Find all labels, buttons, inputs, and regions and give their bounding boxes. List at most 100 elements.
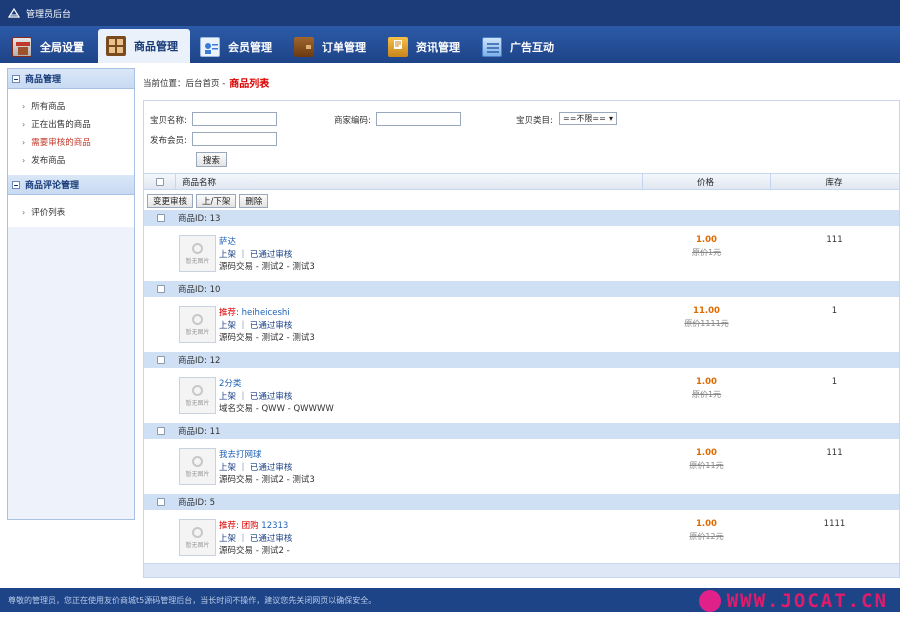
code-input[interactable]: [376, 112, 461, 126]
delete-button[interactable]: 删除: [239, 194, 268, 208]
select-all-checkbox[interactable]: [156, 174, 164, 189]
product-original-price: 原价1111元: [654, 318, 759, 329]
row-checkbox[interactable]: [157, 356, 165, 364]
product-thumbnail[interactable]: 暂无图片: [179, 306, 216, 343]
sidebar-item-publish[interactable]: › 发布商品: [22, 151, 134, 169]
tab-member-management[interactable]: 会员管理: [192, 30, 284, 63]
row-checkbox[interactable]: [157, 427, 165, 435]
toggle-listing-button[interactable]: 上/下架: [196, 194, 236, 208]
dropdown-arrow-icon: ▾: [609, 114, 613, 123]
wallet-icon: [294, 37, 314, 57]
tab-global-settings[interactable]: 全局设置: [4, 30, 96, 63]
sidebar-item-all-products[interactable]: › 所有商品: [22, 97, 134, 115]
bulk-actions: 变更审核 上/下架 删除: [144, 191, 900, 210]
sidebar-item-label: 正在出售的商品: [31, 118, 91, 130]
sidebar-item-label: 需要审核的商品: [31, 136, 91, 148]
product-title: 12313: [261, 521, 288, 531]
thumb-placeholder-text: 暂无图片: [185, 327, 209, 336]
change-review-button[interactable]: 变更审核: [147, 194, 193, 208]
breadcrumb: 当前位置：后台首页 - 商品列表: [143, 75, 269, 90]
tab-news-management[interactable]: 资讯管理: [380, 30, 472, 63]
product-stock: 1111: [771, 519, 898, 529]
row-checkbox[interactable]: [157, 498, 165, 506]
product-thumbnail[interactable]: 暂无图片: [179, 448, 216, 485]
tab-label: 会员管理: [228, 39, 272, 55]
sidebar-item-pending-review[interactable]: › 需要审核的商品: [22, 133, 134, 151]
product-original-price: 原价1元: [654, 247, 759, 258]
product-original-price: 原价1元: [654, 389, 759, 400]
member-input[interactable]: [192, 132, 277, 146]
product-category: 源码交易 - 测试2 - 测试3: [219, 260, 315, 272]
product-original-price: 原价11元: [654, 460, 759, 471]
sidebar-section-title: 商品评论管理: [25, 178, 79, 191]
row-checkbox[interactable]: [157, 214, 165, 222]
thumb-placeholder-text: 暂无图片: [185, 256, 209, 265]
top-bar: 管理员后台: [0, 0, 900, 26]
product-price: 1.00: [654, 448, 759, 458]
mascot-icon: [699, 590, 721, 612]
sidebar-item-on-sale[interactable]: › 正在出售的商品: [22, 115, 134, 133]
product-row: 商品ID: 5 暂无图片 推荐: 团购 12313 上架 ｜ 已通过审核 源码交…: [144, 494, 900, 565]
product-id: 商品ID: 10: [178, 283, 220, 295]
sidebar-list-product: › 所有商品 › 正在出售的商品 › 需要审核的商品 › 发布商品: [8, 89, 134, 175]
user-card-icon: [200, 37, 220, 57]
sidebar-section-product[interactable]: 商品管理: [8, 69, 134, 89]
name-input[interactable]: [192, 112, 277, 126]
tab-product-management[interactable]: 商品管理: [98, 29, 190, 63]
product-title-link[interactable]: 我去打网球: [219, 448, 262, 460]
chevron-right-icon: ›: [22, 138, 25, 147]
product-stock: 111: [771, 235, 898, 245]
row-checkbox[interactable]: [157, 285, 165, 293]
product-stock: 111: [771, 448, 898, 458]
product-thumbnail[interactable]: 暂无图片: [179, 519, 216, 556]
product-thumbnail[interactable]: 暂无图片: [179, 377, 216, 414]
product-id: 商品ID: 13: [178, 212, 220, 224]
category-select[interactable]: ==不限== ▾: [559, 112, 617, 125]
category-select-value: ==不限==: [563, 113, 606, 124]
product-stock: 1: [771, 306, 898, 316]
chevron-right-icon: ›: [22, 102, 25, 111]
product-price: 1.00: [654, 519, 759, 529]
search-button[interactable]: 搜索: [196, 152, 227, 167]
grid-icon: [106, 36, 126, 56]
product-title-link[interactable]: 2分类: [219, 377, 241, 389]
collapse-icon: [12, 75, 20, 83]
header-stock: 库存: [770, 174, 898, 189]
watermark-text: WWW.JOCAT.CN: [727, 590, 888, 612]
product-title-link[interactable]: 推荐: heiheiceshi: [219, 306, 290, 318]
product-id: 商品ID: 11: [178, 425, 220, 437]
tab-ad-interaction[interactable]: 广告互动: [474, 30, 566, 63]
product-title-link[interactable]: 推荐: 团购 12313: [219, 519, 288, 531]
main-nav: 全局设置 商品管理 会员管理 订单管理 资讯管理 广告互动: [0, 26, 900, 63]
product-original-price: 原价12元: [654, 531, 759, 542]
breadcrumb-prefix: 当前位置：后台首页 -: [143, 77, 225, 89]
product-title-link[interactable]: 萨达: [219, 235, 236, 247]
product-price: 1.00: [654, 377, 759, 387]
sidebar-section-title: 商品管理: [25, 72, 61, 85]
tab-label: 全局设置: [40, 39, 84, 55]
product-category: 源码交易 - 测试2 -: [219, 544, 290, 556]
sidebar-item-reviews[interactable]: › 评价列表: [22, 203, 134, 221]
watermark: WWW.JOCAT.CN: [699, 590, 888, 612]
tab-order-management[interactable]: 订单管理: [286, 30, 378, 63]
main-panel: 宝贝名称: 商家编码: 宝贝类目: ==不限== ▾ 发布会员: 搜索 商品名称…: [143, 100, 900, 578]
breadcrumb-current: 商品列表: [229, 75, 269, 90]
tab-label: 商品管理: [134, 38, 178, 54]
product-row-header: 商品ID: 12: [144, 352, 900, 368]
sidebar-item-label: 评价列表: [31, 206, 65, 218]
product-recommend: 推荐:: [219, 308, 242, 318]
sidebar-section-comments[interactable]: 商品评论管理: [8, 175, 134, 195]
product-price: 1.00: [654, 235, 759, 245]
product-title: 我去打网球: [219, 450, 262, 460]
product-title: heiheiceshi: [242, 308, 290, 318]
product-row-body: 暂无图片 推荐: 团购 12313 上架 ｜ 已通过审核 源码交易 - 测试2 …: [144, 510, 900, 565]
product-category: 域名交易 - QWW - QWWWW: [219, 402, 334, 414]
app-logo-icon: [8, 7, 20, 19]
category-label: 宝贝类目:: [516, 114, 553, 126]
product-category: 源码交易 - 测试2 - 测试3: [219, 331, 315, 343]
product-recommend: 推荐: 团购: [219, 521, 261, 531]
product-row-body: 暂无图片 萨达 上架 ｜ 已通过审核 源码交易 - 测试2 - 测试3 1.00…: [144, 226, 900, 281]
product-row-body: 暂无图片 我去打网球 上架 ｜ 已通过审核 源码交易 - 测试2 - 测试3 1…: [144, 439, 900, 494]
table-footer-bar: [144, 563, 900, 578]
product-thumbnail[interactable]: 暂无图片: [179, 235, 216, 272]
